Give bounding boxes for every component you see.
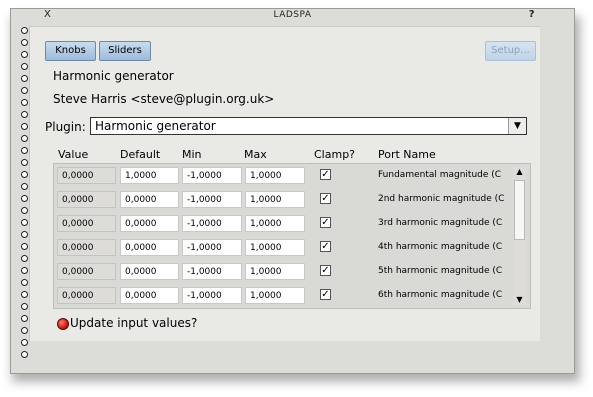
col-header-port-name: Port Name (378, 148, 436, 161)
default-field[interactable]: 0,0000 (120, 215, 179, 232)
max-field[interactable]: 1,0000 (245, 215, 305, 232)
plugin-combobox[interactable]: Harmonic generator ▼ (90, 117, 527, 135)
min-field[interactable]: -1,0000 (182, 263, 242, 280)
min-field[interactable]: -1,0000 (182, 239, 242, 256)
col-header-value: Value (58, 148, 89, 161)
value-cell: 0,0000 (57, 263, 116, 280)
port-name: 5th harmonic magnitude (C (378, 266, 503, 276)
side-holes (21, 27, 29, 363)
min-field[interactable]: -1,0000 (182, 167, 242, 184)
title-bar[interactable]: X LADSPA ? (11, 9, 574, 23)
max-field[interactable]: 1,0000 (245, 167, 305, 184)
sliders-button[interactable]: Sliders (99, 41, 151, 61)
plugin-combobox-value: Harmonic generator (95, 119, 216, 133)
scroll-down-icon[interactable]: ▼ (513, 294, 526, 305)
scrollbar-thumb[interactable] (514, 180, 525, 240)
clamp-checkbox[interactable]: ✓ (320, 193, 331, 204)
table-row: 0,0000 0,0000 -1,0000 1,0000 ✓ 4th harmo… (54, 236, 530, 260)
value-cell: 0,0000 (57, 215, 116, 232)
min-field[interactable]: -1,0000 (182, 215, 242, 232)
col-header-min: Min (182, 148, 202, 161)
max-field[interactable]: 1,0000 (245, 239, 305, 256)
plugin-name: Harmonic generator (53, 69, 174, 83)
col-header-clamp: Clamp? (314, 148, 356, 161)
chevron-down-icon[interactable]: ▼ (508, 118, 526, 134)
table-row: 0,0000 0,0000 -1,0000 1,0000 ✓ 2nd harmo… (54, 188, 530, 212)
default-field[interactable]: 0,0000 (120, 263, 179, 280)
table-row: 0,0000 1,0000 -1,0000 1,0000 ✓ Fundament… (54, 164, 530, 188)
clamp-checkbox[interactable]: ✓ (320, 265, 331, 276)
table-row: 0,0000 0,0000 -1,0000 1,0000 ✓ 6th harmo… (54, 284, 530, 308)
scroll-up-icon[interactable]: ▲ (513, 166, 526, 177)
port-name: 4th harmonic magnitude (C (378, 242, 503, 252)
default-field[interactable]: 0,0000 (120, 191, 179, 208)
update-input-radio[interactable] (57, 318, 69, 330)
value-cell: 0,0000 (57, 239, 116, 256)
setup-button[interactable]: Setup... (485, 41, 536, 61)
plugin-author: Steve Harris <steve@plugin.org.uk> (53, 92, 275, 106)
value-cell: 0,0000 (57, 167, 116, 184)
help-icon[interactable]: ? (529, 9, 535, 20)
max-field[interactable]: 1,0000 (245, 287, 305, 304)
clamp-checkbox[interactable]: ✓ (320, 289, 331, 300)
window-title: LADSPA (273, 10, 312, 20)
default-field[interactable]: 0,0000 (120, 239, 179, 256)
knobs-button[interactable]: Knobs (45, 41, 96, 61)
port-name: 3rd harmonic magnitude (C (378, 218, 503, 228)
clamp-checkbox[interactable]: ✓ (320, 169, 331, 180)
min-field[interactable]: -1,0000 (182, 287, 242, 304)
clamp-checkbox[interactable]: ✓ (320, 241, 331, 252)
table-row: 0,0000 0,0000 -1,0000 1,0000 ✓ 5th harmo… (54, 260, 530, 284)
clamp-checkbox[interactable]: ✓ (320, 217, 331, 228)
value-cell: 0,0000 (57, 191, 116, 208)
min-field[interactable]: -1,0000 (182, 191, 242, 208)
max-field[interactable]: 1,0000 (245, 263, 305, 280)
value-cell: 0,0000 (57, 287, 116, 304)
port-name: 6th harmonic magnitude (C (378, 290, 503, 300)
plugin-label: Plugin: (45, 120, 86, 134)
port-table: 0,0000 1,0000 -1,0000 1,0000 ✓ Fundament… (53, 163, 531, 309)
default-field[interactable]: 0,0000 (120, 287, 179, 304)
vertical-scrollbar[interactable]: ▲ ▼ (513, 166, 526, 305)
default-field[interactable]: 1,0000 (120, 167, 179, 184)
port-name: 2nd harmonic magnitude (C (378, 194, 505, 204)
table-row: 0,0000 0,0000 -1,0000 1,0000 ✓ 3rd harmo… (54, 212, 530, 236)
col-header-max: Max (244, 148, 267, 161)
col-header-default: Default (120, 148, 161, 161)
update-input-label: Update input values? (70, 316, 198, 330)
max-field[interactable]: 1,0000 (245, 191, 305, 208)
port-name: Fundamental magnitude (C (378, 170, 502, 180)
